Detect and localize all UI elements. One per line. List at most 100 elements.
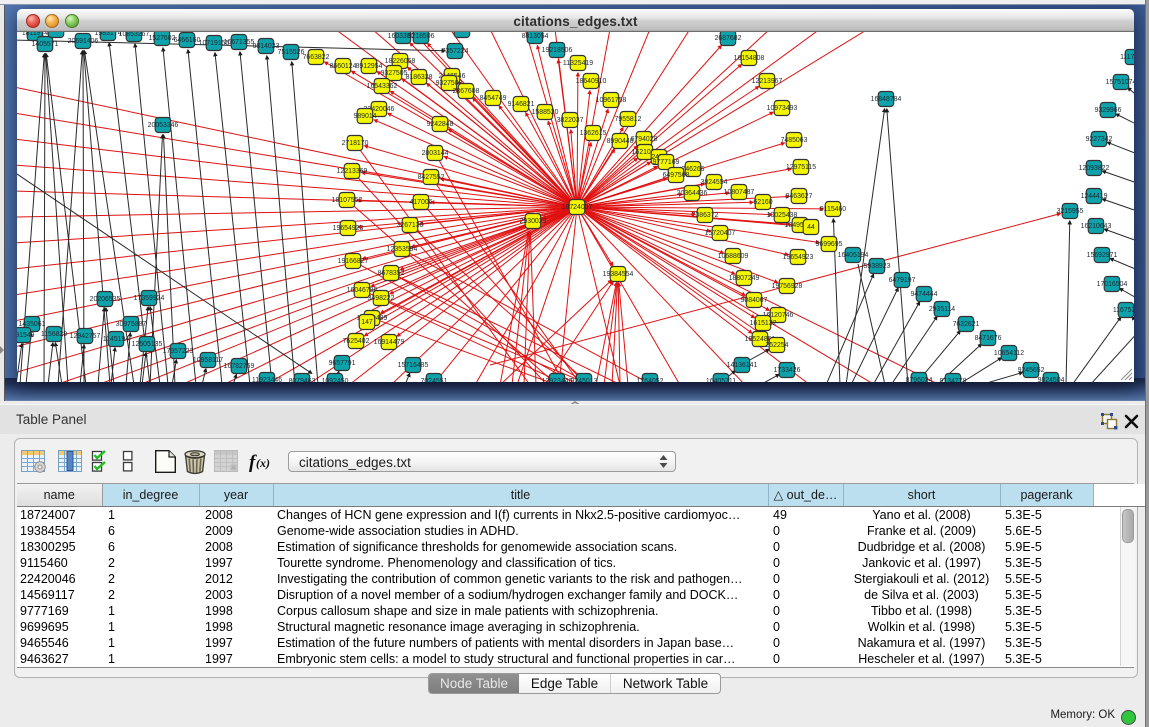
svg-text:20691406: 20691406: [68, 38, 99, 45]
svg-text:417006: 417006: [410, 199, 433, 206]
svg-text:8471676: 8471676: [975, 335, 1002, 342]
svg-text:989014: 989014: [354, 113, 377, 120]
svg-text:9329966: 9329966: [1095, 107, 1122, 114]
svg-text:12975115: 12975115: [786, 164, 816, 171]
svg-text:8990448: 8990448: [607, 138, 634, 145]
svg-text:2930023: 2930023: [520, 218, 547, 225]
svg-text:10973493: 10973493: [767, 105, 798, 112]
svg-text:9474444: 9474444: [911, 291, 938, 298]
svg-text:9327505: 9327505: [381, 70, 408, 77]
svg-text:8660124: 8660124: [330, 63, 357, 70]
svg-text:9245013: 9245013: [571, 378, 598, 382]
svg-text:1527602: 1527602: [149, 35, 176, 42]
svg-text:15716485: 15716485: [398, 362, 429, 369]
svg-text:11325419: 11325419: [563, 60, 593, 67]
svg-text:2867608: 2867608: [453, 88, 480, 95]
svg-text:8107491: 8107491: [449, 32, 476, 34]
svg-text:9814023: 9814023: [253, 43, 280, 50]
svg-text:9115460: 9115460: [820, 206, 846, 213]
svg-text:30975887: 30975887: [116, 321, 147, 328]
svg-text:15751074: 15751074: [1106, 79, 1134, 86]
svg-text:252254: 252254: [766, 342, 789, 349]
svg-text:18724007: 18724007: [562, 204, 593, 211]
svg-text:1092450: 1092450: [322, 378, 349, 382]
svg-text:3215955: 3215955: [1057, 208, 1084, 215]
svg-text:12505135: 12505135: [132, 341, 163, 348]
svg-text:6479197: 6479197: [889, 277, 916, 284]
svg-text:62160: 62160: [753, 199, 772, 206]
svg-text:1615132: 1615132: [750, 320, 777, 327]
svg-text:10654112: 10654112: [994, 350, 1024, 357]
svg-text:10853267: 10853267: [119, 32, 150, 38]
svg-text:14136141: 14136141: [727, 362, 758, 369]
svg-text:7955812: 7955812: [615, 116, 642, 123]
svg-text:9084067: 9084067: [741, 297, 768, 304]
svg-text:18226058: 18226058: [385, 58, 416, 65]
svg-text:8678352: 8678352: [378, 270, 405, 277]
svg-text:19166827: 19166827: [338, 258, 369, 265]
svg-text:8912954: 8912954: [356, 63, 383, 70]
svg-text:9777169: 9777169: [653, 159, 680, 166]
svg-text:15692971: 15692971: [1087, 252, 1118, 259]
svg-text:19654923: 19654923: [783, 254, 814, 261]
svg-text:2687682: 2687682: [715, 35, 742, 42]
svg-text:16154808: 16154808: [734, 55, 765, 62]
svg-text:9699695: 9699695: [816, 241, 843, 248]
svg-text:3267130: 3267130: [397, 222, 424, 229]
svg-text:44: 44: [807, 224, 815, 231]
svg-text:17359924: 17359924: [134, 295, 165, 302]
svg-text:1145194: 1145194: [103, 336, 129, 343]
svg-text:19384554: 19384554: [603, 271, 634, 278]
svg-text:7357224: 7357224: [442, 48, 469, 55]
svg-text:16914479: 16914479: [374, 339, 405, 346]
svg-text:12942757: 12942757: [70, 333, 101, 340]
svg-text:1117382: 1117382: [1120, 54, 1134, 61]
svg-text:19654923: 19654923: [333, 225, 364, 232]
svg-text:10961758: 10961758: [596, 97, 627, 104]
svg-text:17016504: 17016504: [1097, 281, 1128, 288]
svg-text:18107552: 18107552: [332, 197, 363, 204]
svg-text:3822037: 3822037: [557, 117, 584, 124]
svg-text:1764052: 1764052: [637, 378, 664, 382]
svg-text:12213967: 12213967: [752, 78, 783, 85]
svg-text:147: 147: [361, 319, 373, 326]
svg-text:2935114: 2935114: [929, 306, 955, 313]
svg-text:7485063: 7485063: [781, 137, 808, 144]
svg-text:1244419: 1244419: [1081, 193, 1108, 200]
svg-text:391549: 391549: [17, 332, 35, 339]
svg-text:9146821: 9146821: [508, 101, 535, 108]
svg-text:8079463: 8079463: [289, 378, 316, 382]
svg-text:18807249: 18807249: [729, 275, 760, 282]
svg-text:1362615: 1362615: [580, 130, 607, 137]
svg-text:12923446: 12923446: [542, 378, 573, 382]
svg-text:19218506: 19218506: [542, 47, 573, 54]
svg-text:12353594: 12353594: [387, 246, 418, 253]
svg-text:1983174: 1983174: [95, 32, 122, 37]
svg-text:16848784: 16848784: [871, 96, 902, 103]
svg-text:12093822: 12093822: [1079, 165, 1110, 172]
svg-text:20206535: 20206535: [90, 296, 121, 303]
svg-text:18640910: 18640910: [576, 78, 607, 85]
svg-text:6466160: 6466160: [174, 37, 201, 44]
svg-text:2803144: 2803144: [422, 150, 449, 157]
svg-text:7515526: 7515526: [278, 49, 305, 56]
svg-text:16405711: 16405711: [706, 378, 736, 382]
svg-text:1156829: 1156829: [41, 331, 67, 338]
svg-text:16543362: 16543362: [367, 83, 398, 90]
svg-text:7024551: 7024551: [421, 378, 448, 382]
svg-text:2718170: 2718170: [342, 140, 369, 147]
svg-text:16782759: 16782759: [224, 363, 255, 370]
svg-text:5938923: 5938923: [864, 263, 891, 270]
svg-text:8813054: 8813054: [522, 33, 549, 40]
svg-text:3498222: 3498222: [368, 295, 395, 302]
svg-text:16405194: 16405194: [838, 252, 869, 259]
svg-text:7663822: 7663822: [303, 54, 330, 61]
svg-text:9245652: 9245652: [1018, 367, 1045, 374]
svg-text:7632621: 7632621: [953, 321, 980, 328]
svg-text:12213369: 12213369: [337, 168, 368, 175]
svg-text:17957223: 17957223: [163, 348, 194, 355]
svg-text:8454749: 8454749: [480, 95, 507, 102]
svg-text:20053346: 20053346: [148, 122, 179, 129]
svg-text:2064901: 2064901: [43, 32, 70, 34]
svg-text:9657791: 9657791: [329, 360, 356, 367]
